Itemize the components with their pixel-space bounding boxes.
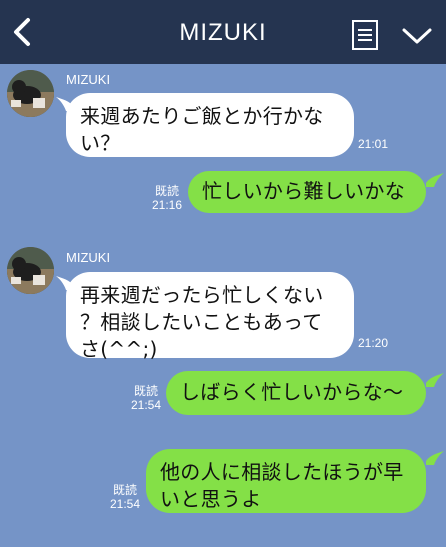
notes-button[interactable] (352, 20, 378, 50)
message-time: 21:16 (151, 198, 183, 212)
avatar-photo (7, 70, 54, 117)
sender-name: MIZUKI (66, 250, 111, 265)
message-time: 21:01 (358, 137, 389, 151)
avatar[interactable] (7, 247, 54, 294)
message-bubble-outgoing[interactable]: しばらく忙しいからな～ (166, 371, 426, 415)
sender-name: MIZUKI (66, 72, 111, 87)
chat-header: MIZUKI (0, 0, 446, 64)
message-time: 21:20 (358, 336, 389, 350)
menu-toggle-button[interactable] (401, 22, 433, 50)
chat-screen: MIZUKI MIZUKI 来週あたりご飯とか行かな い？ 21:01 既読 2… (0, 0, 446, 547)
contact-name: MIZUKI (179, 19, 267, 46)
message-bubble-incoming[interactable]: 再来週だったら忙しくない ？相談したいこともあって さ(^^;) (66, 272, 354, 361)
message-time: 21:54 (130, 398, 162, 412)
avatar-photo (7, 247, 54, 294)
message-bubble-incoming[interactable]: 来週あたりご飯とか行かな い？ (66, 93, 354, 157)
read-receipt: 既読 (133, 384, 158, 398)
avatar[interactable] (7, 70, 54, 117)
message-bubble-outgoing[interactable]: 他の人に相談したほうが早 いと思うよ (146, 449, 426, 513)
read-receipt: 既読 (154, 184, 179, 198)
message-bubble-outgoing[interactable]: 忙しいから難しいかな (188, 171, 426, 213)
bubble-tail (426, 373, 444, 387)
bubble-tail (426, 451, 444, 465)
bubble-tail (426, 173, 444, 187)
chevron-down-icon (402, 28, 432, 44)
message-time: 21:54 (109, 497, 141, 511)
read-receipt: 既読 (112, 483, 137, 497)
